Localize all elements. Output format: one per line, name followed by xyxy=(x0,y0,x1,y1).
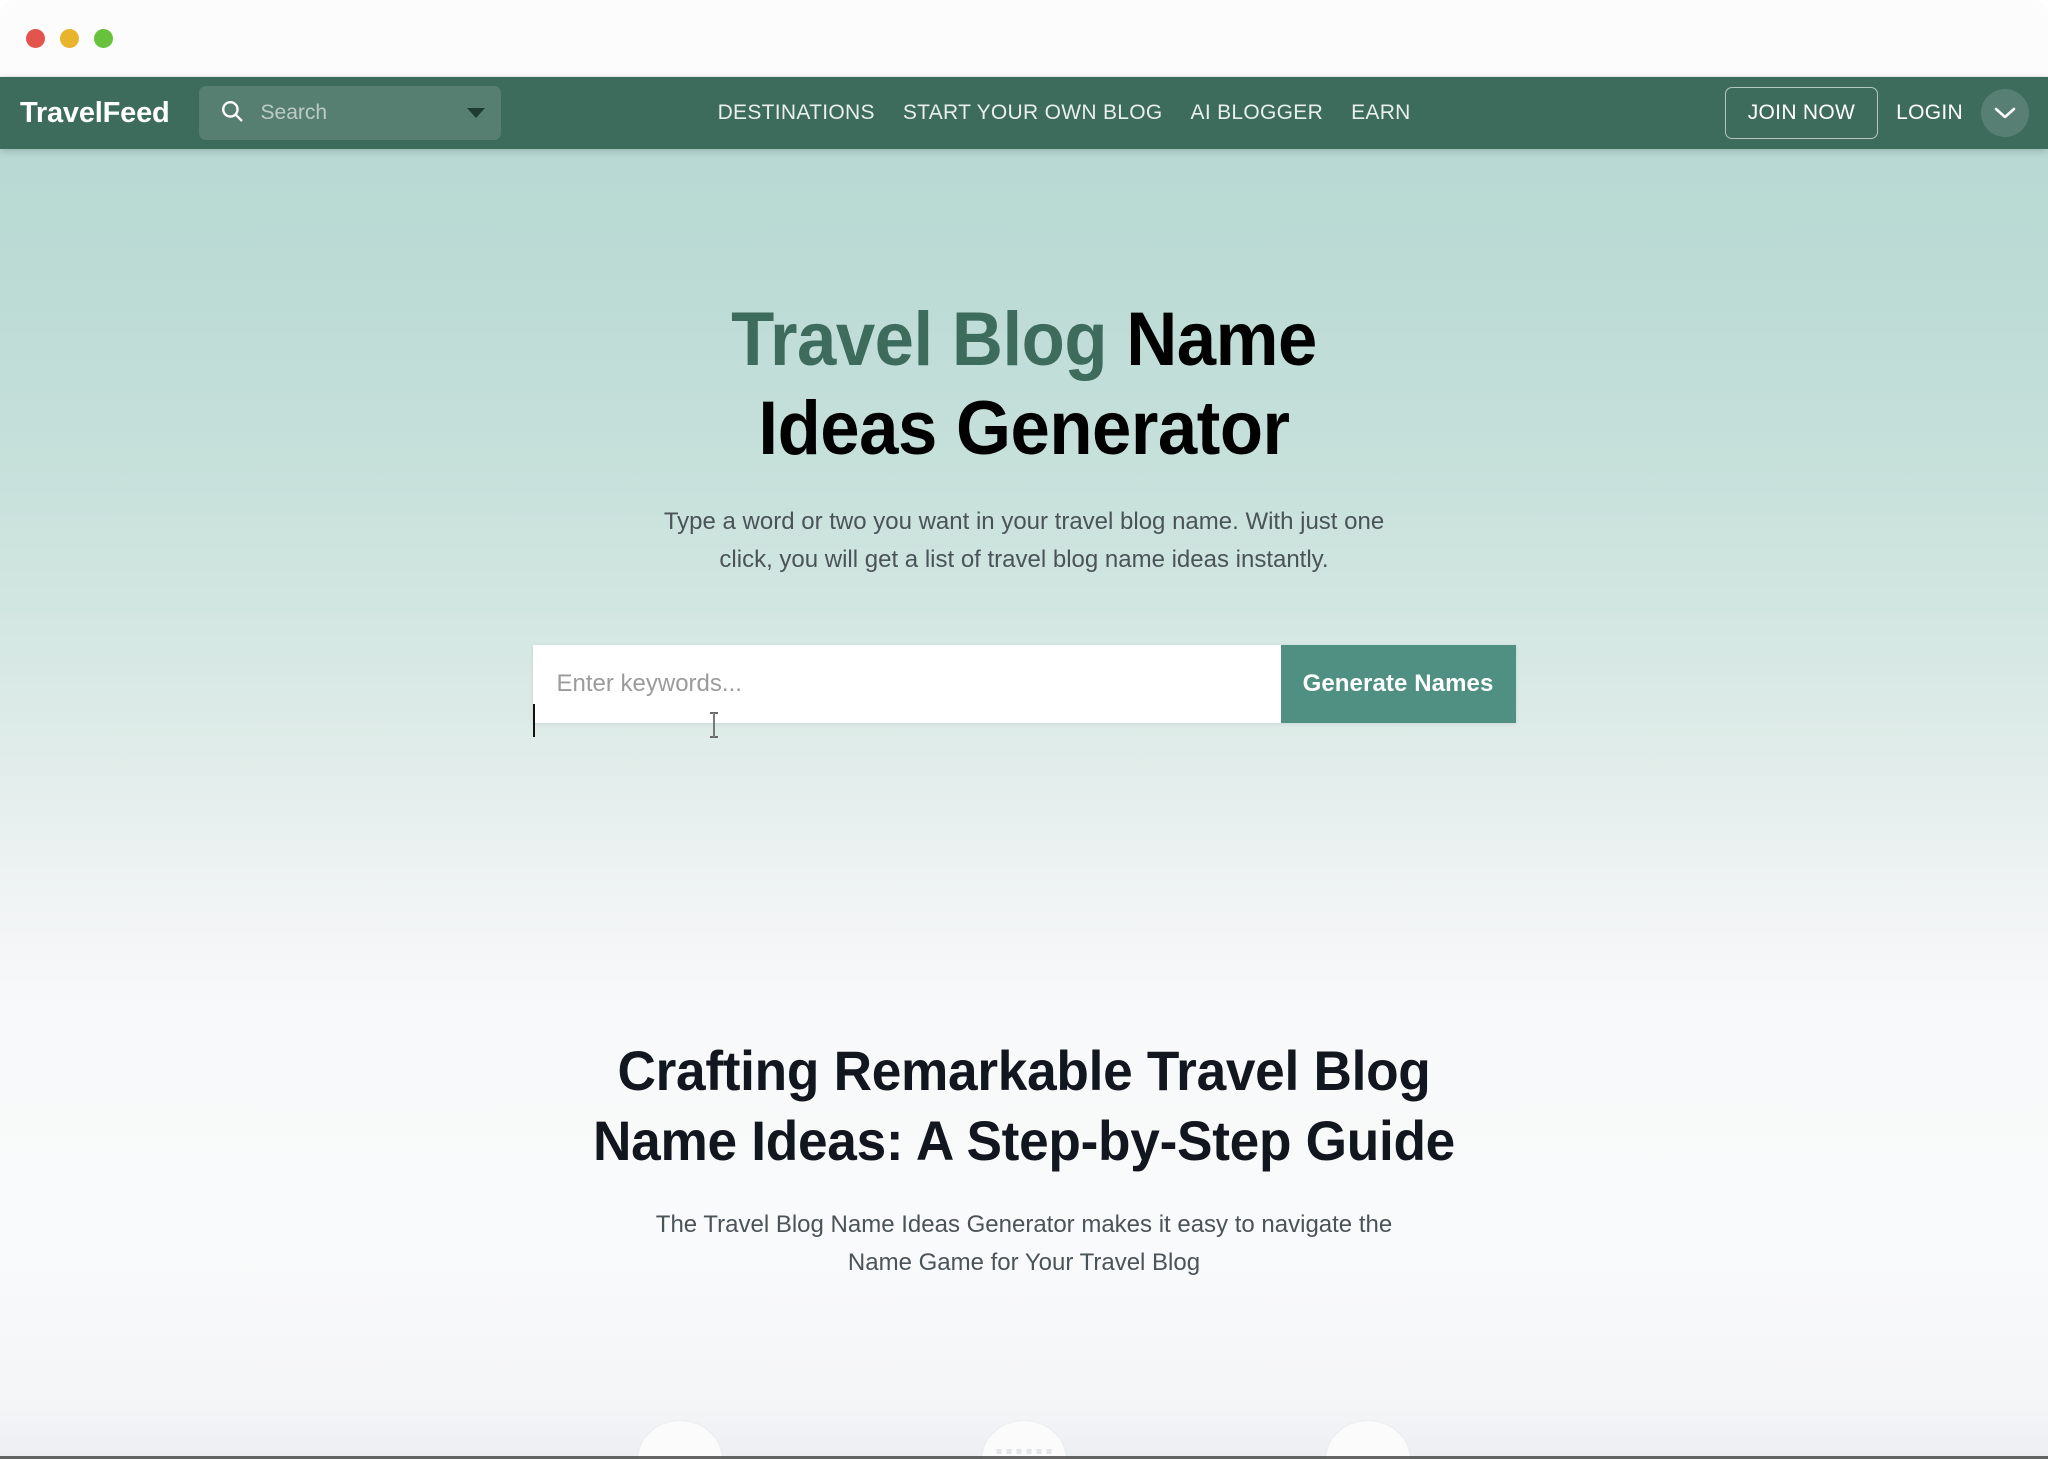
search-box[interactable]: Search xyxy=(198,86,501,140)
browser-titlebar xyxy=(0,0,2048,77)
traffic-lights xyxy=(26,28,113,48)
search-input[interactable]: Search xyxy=(261,101,451,125)
nav-actions: JOIN NOW LOGIN xyxy=(1724,87,2029,139)
nav-link-destinations[interactable]: DESTINATIONS xyxy=(718,101,875,125)
account-menu-button[interactable] xyxy=(1981,89,2029,137)
search-scope-caret-down-icon[interactable] xyxy=(466,108,485,118)
close-window-button[interactable] xyxy=(26,28,45,48)
page-title-accent: Travel Blog xyxy=(731,297,1108,382)
join-now-button[interactable]: JOIN NOW xyxy=(1724,87,1879,139)
maximize-window-button[interactable] xyxy=(94,28,113,48)
text-insertion-caret xyxy=(533,704,535,737)
peek-card xyxy=(638,1421,722,1459)
name-generator-bar: Generate Names xyxy=(532,645,1516,723)
guide-title: Crafting Remarkable Travel Blog Name Ide… xyxy=(593,1039,1455,1172)
minimize-window-button[interactable] xyxy=(60,28,79,48)
login-link[interactable]: LOGIN xyxy=(1896,101,1963,125)
guide-subtitle: The Travel Blog Name Ideas Generator mak… xyxy=(655,1211,1393,1276)
brand-logo[interactable]: TravelFeed xyxy=(20,97,170,130)
browser-window: TravelFeed Search DESTINATIONS START YOU… xyxy=(0,0,2048,1459)
hero-subtitle: Type a word or two you want in your trav… xyxy=(663,508,1385,573)
nav-link-ai-blogger[interactable]: AI BLOGGER xyxy=(1191,101,1324,125)
generate-names-button[interactable]: Generate Names xyxy=(1280,645,1516,723)
nav-link-start-your-own-blog[interactable]: START YOUR OWN BLOG xyxy=(903,101,1163,125)
peek-dots xyxy=(996,1449,1052,1454)
hero-section: Travel Blog Name Ideas Generator Type a … xyxy=(0,149,2048,1459)
site-navbar: TravelFeed Search DESTINATIONS START YOU… xyxy=(0,77,2048,149)
page-title: Travel Blog Name Ideas Generator xyxy=(643,295,1406,473)
peek-card xyxy=(1326,1421,1410,1459)
keywords-input[interactable] xyxy=(532,645,1281,723)
chevron-down-icon xyxy=(1994,107,2016,119)
nav-link-earn[interactable]: EARN xyxy=(1351,101,1411,125)
search-icon xyxy=(219,98,245,129)
primary-nav-links: DESTINATIONS START YOUR OWN BLOG AI BLOG… xyxy=(658,101,1411,125)
guide-section: Crafting Remarkable Travel Blog Name Ide… xyxy=(519,1036,1529,1282)
